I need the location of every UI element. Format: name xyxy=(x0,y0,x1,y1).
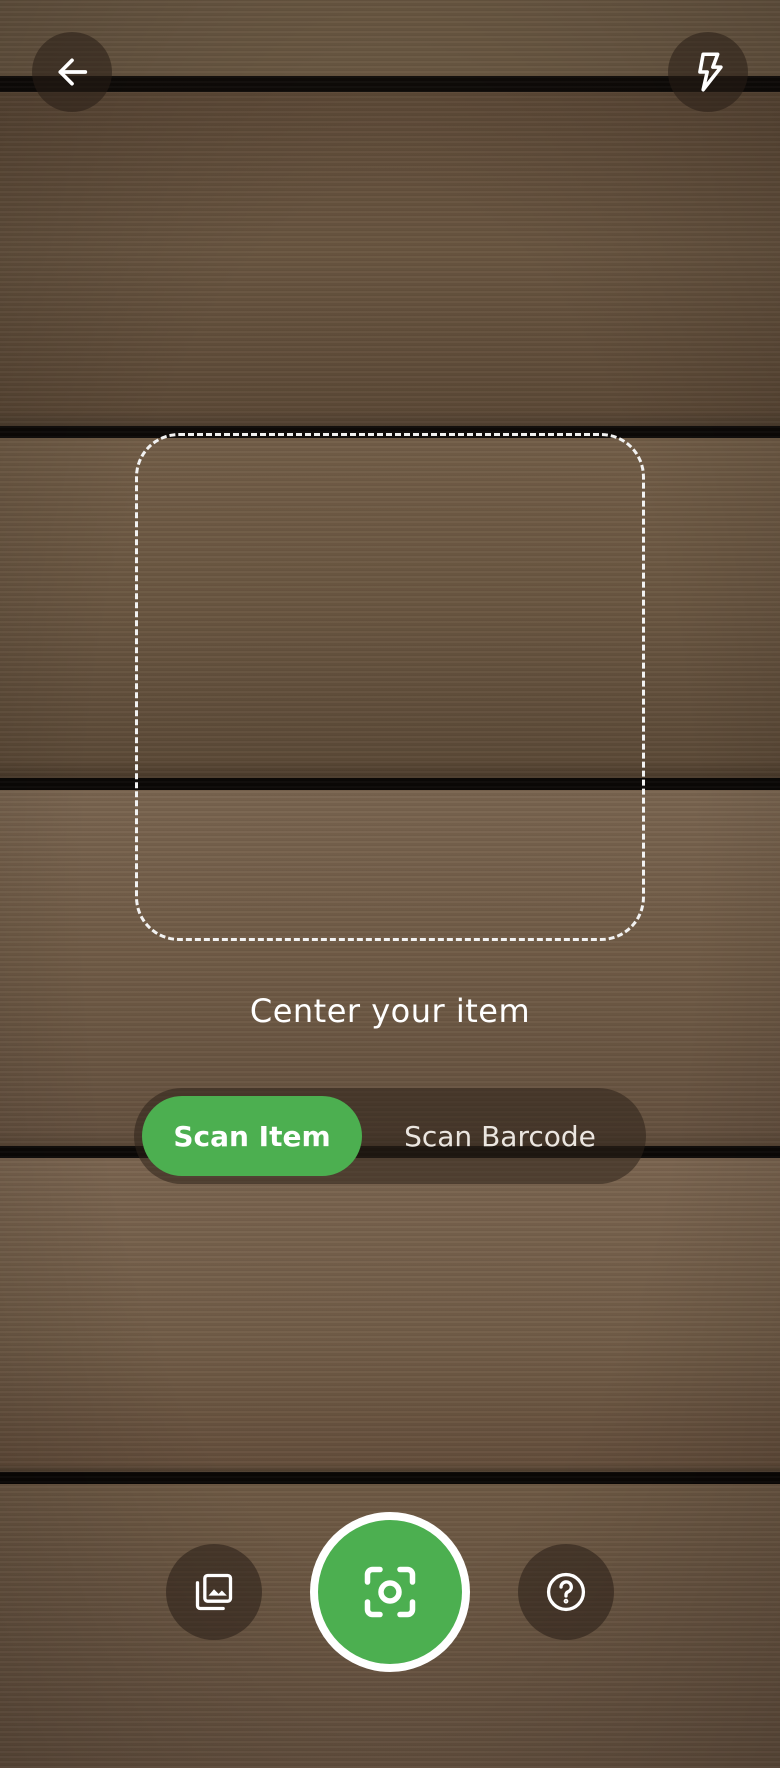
flash-icon xyxy=(691,51,725,93)
scan-item-tab[interactable]: Scan Item xyxy=(142,1096,362,1176)
scan-barcode-tab[interactable]: Scan Barcode xyxy=(362,1096,638,1176)
scan-hint: Center your item xyxy=(249,992,531,1030)
arrow-left-icon xyxy=(52,52,92,92)
capture-button[interactable] xyxy=(310,1512,470,1672)
scan-frame xyxy=(135,433,645,941)
flash-button[interactable] xyxy=(668,32,748,112)
scan-mode-toggle: Scan Item Scan Barcode xyxy=(134,1088,646,1184)
help-button[interactable] xyxy=(518,1544,614,1640)
camera-scan-icon xyxy=(360,1562,420,1622)
gallery-button[interactable] xyxy=(166,1544,262,1640)
capture-button-inner xyxy=(318,1520,462,1664)
back-button[interactable] xyxy=(32,32,112,112)
help-icon xyxy=(544,1570,588,1614)
gallery-icon xyxy=(192,1570,236,1614)
